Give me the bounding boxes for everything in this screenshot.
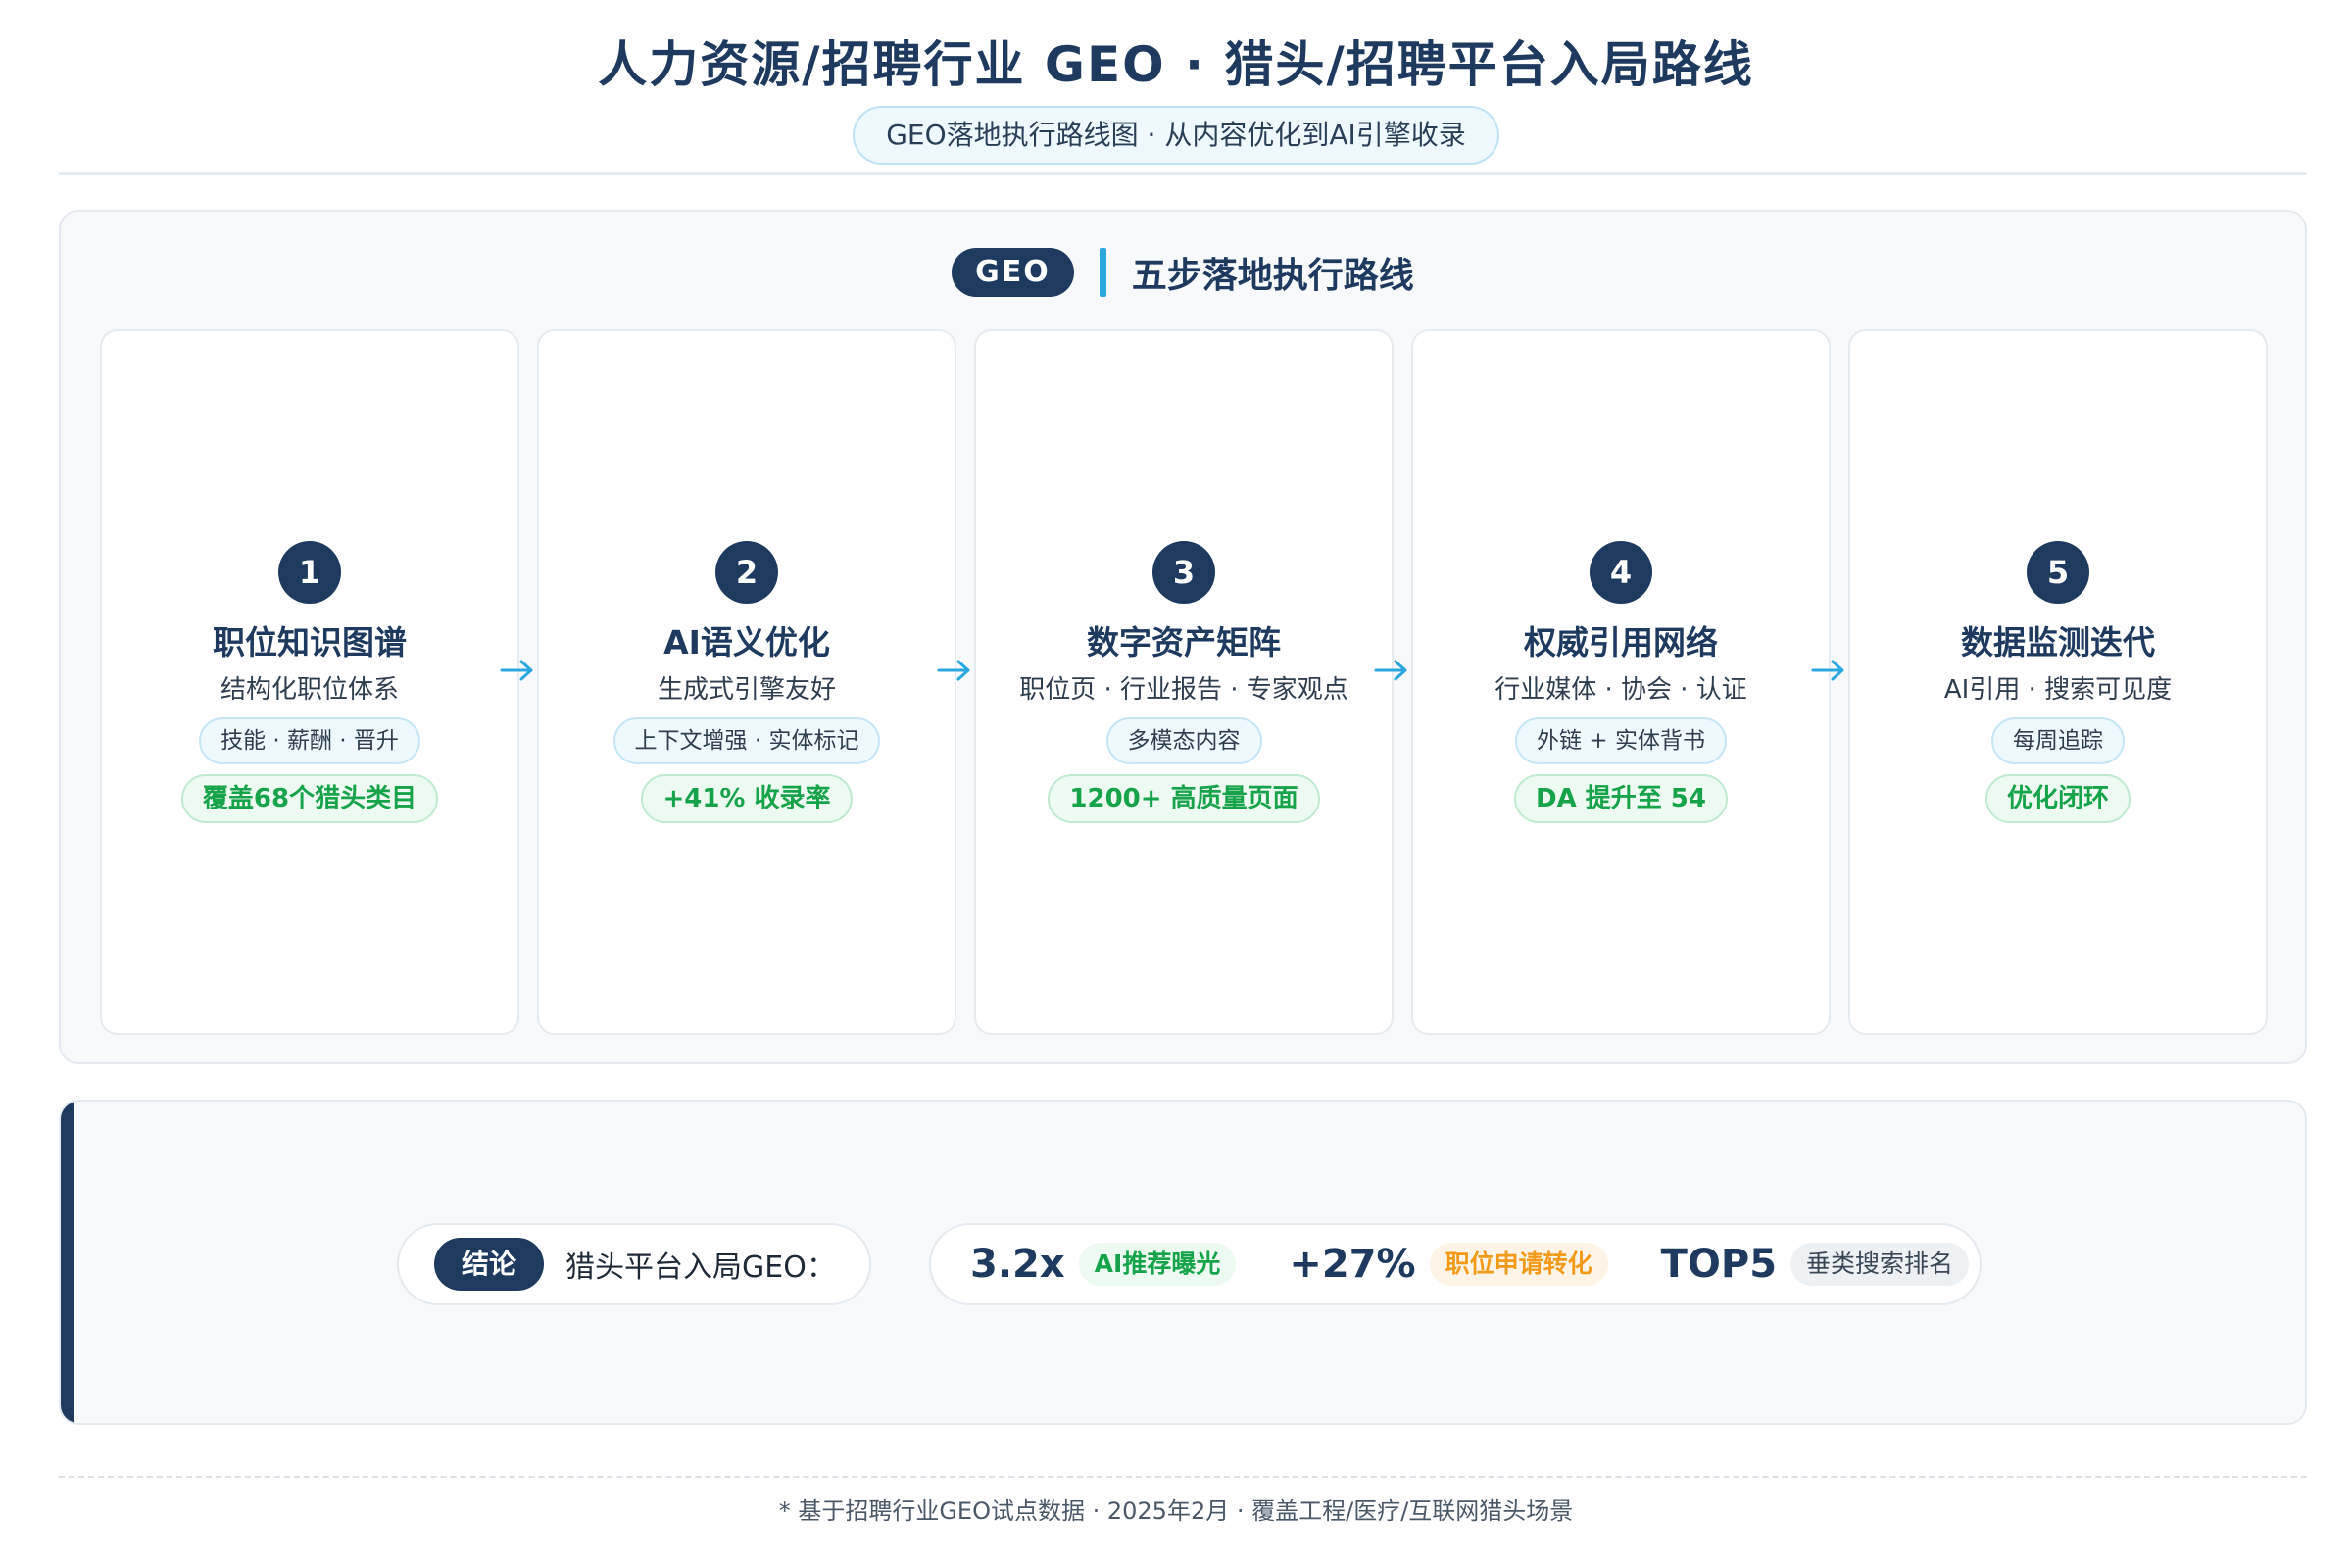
step-tag: 每周追踪: [1991, 717, 2125, 764]
conclusion-accent-bar: [61, 1102, 74, 1423]
arrow-right-icon: [937, 660, 970, 681]
step-card-2: 2 AI语义优化 生成式引擎友好 上下文增强 · 实体标记 +41% 收录率: [537, 329, 956, 1035]
step-description: AI引用 · 搜索可见度: [1943, 675, 2173, 705]
step-card-3: 3 数字资产矩阵 职位页 · 行业报告 · 专家观点 多模态内容 1200+ 高…: [974, 329, 1394, 1035]
step-title: 数据监测迭代: [1961, 623, 2155, 662]
conclusion-stats: 3.2x AI推荐曝光 +27% 职位申请转化 TOP5 垂类搜索排名: [929, 1223, 1982, 1305]
step-metric: +41% 收录率: [641, 774, 853, 823]
heading-accent-bar: [1099, 248, 1106, 297]
conclusion-label-pill: 结论 猎头平台入局GEO：: [397, 1223, 871, 1305]
conclusion-badge: 结论: [434, 1238, 545, 1291]
step-tag: 多模态内容: [1105, 717, 1262, 764]
arrow-right-icon: [1374, 660, 1407, 681]
step-metric: 1200+ 高质量页面: [1048, 774, 1320, 823]
step-title: AI语义优化: [663, 623, 830, 662]
roadmap-heading: GEO 五步落地执行路线: [61, 245, 2305, 300]
stat-label: AI推荐曝光: [1078, 1243, 1237, 1286]
stat-value: 3.2x: [970, 1242, 1065, 1287]
arrow-right-icon: [1811, 660, 1844, 681]
step-tag: 上下文增强 · 实体标记: [612, 717, 881, 764]
step-metric: DA 提升至 54: [1514, 774, 1728, 823]
stat-value: +27%: [1289, 1242, 1416, 1287]
roadmap-title: 五步落地执行路线: [1131, 256, 1414, 296]
step-number: 4: [1590, 541, 1652, 604]
stat-label: 垂类搜索排名: [1790, 1243, 1970, 1286]
footer-divider: [59, 1476, 2307, 1478]
conclusion-panel: 结论 猎头平台入局GEO： 3.2x AI推荐曝光 +27% 职位申请转化 TO…: [59, 1100, 2307, 1425]
conclusion-text: 猎头平台入局GEO：: [565, 1250, 836, 1285]
step-title: 职位知识图谱: [213, 623, 407, 662]
step-number: 3: [1152, 541, 1215, 604]
footer-note: * 基于招聘行业GEO试点数据 · 2025年2月 · 覆盖工程/医疗/互联网猎…: [778, 1497, 1574, 1525]
stat-label: 职位申请转化: [1429, 1243, 1608, 1286]
steps-row: 1 职位知识图谱 结构化职位体系 技能 · 薪酬 · 晋升 覆盖68个猎头类目 …: [100, 329, 2270, 1035]
step-metric: 覆盖68个猎头类目: [180, 774, 439, 823]
page-header: 人力资源/招聘行业 GEO · 猎头/招聘平台入局路线 GEO落地执行路线图 ·…: [0, 29, 2352, 165]
stat-value: TOP5: [1660, 1242, 1778, 1287]
step-title: 权威引用网络: [1524, 623, 1718, 662]
roadmap-panel: GEO 五步落地执行路线 1 职位知识图谱 结构化职位体系 技能 · 薪酬 · …: [59, 210, 2307, 1064]
page-title: 人力资源/招聘行业 GEO · 猎头/招聘平台入局路线: [598, 36, 1754, 93]
step-tag: 外链 + 实体背书: [1515, 717, 1727, 764]
arrow-right-icon: [500, 660, 533, 681]
step-card-1: 1 职位知识图谱 结构化职位体系 技能 · 薪酬 · 晋升 覆盖68个猎头类目: [100, 329, 519, 1035]
geo-badge: GEO: [952, 248, 1074, 297]
step-description: 行业媒体 · 协会 · 认证: [1494, 675, 1747, 705]
step-number: 5: [2027, 541, 2089, 604]
header-divider: [59, 172, 2307, 175]
step-metric: 优化闭环: [1984, 774, 2131, 823]
step-tag: 技能 · 薪酬 · 晋升: [199, 717, 420, 764]
step-description: 生成式引擎友好: [657, 675, 836, 705]
page-subtitle: GEO落地执行路线图 · 从内容优化到AI引擎收录: [853, 106, 1499, 165]
step-card-5: 5 数据监测迭代 AI引用 · 搜索可见度 每周追踪 优化闭环: [1848, 329, 2268, 1035]
step-description: 结构化职位体系: [220, 675, 399, 705]
step-title: 数字资产矩阵: [1087, 623, 1281, 662]
step-description: 职位页 · 行业报告 · 专家观点: [1019, 675, 1348, 705]
step-number: 2: [715, 541, 778, 604]
step-number: 1: [278, 541, 341, 604]
step-card-4: 4 权威引用网络 行业媒体 · 协会 · 认证 外链 + 实体背书 DA 提升至…: [1411, 329, 1831, 1035]
